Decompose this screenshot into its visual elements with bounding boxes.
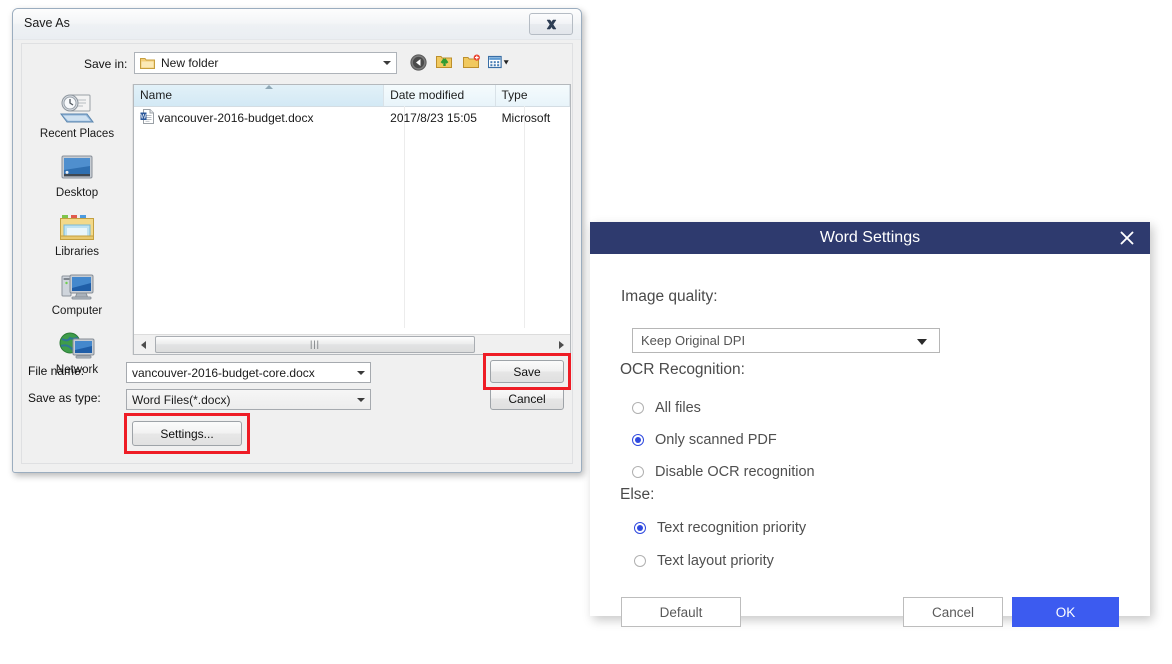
table-row[interactable]: W vancouver-2016-budget.docx 2017/8/23 1… [134, 107, 570, 129]
save-as-title: Save As [24, 16, 70, 30]
sort-ascending-icon [265, 85, 273, 89]
file-name-input[interactable]: vancouver-2016-budget-core.docx [126, 362, 371, 383]
desktop-icon [22, 149, 132, 185]
column-header-name[interactable]: Name [134, 85, 385, 106]
libraries-icon [22, 208, 132, 244]
chevron-down-icon[interactable] [352, 390, 370, 410]
save-in-value: New folder [161, 56, 219, 70]
word-settings-body: Image quality: Keep Original DPI OCR Rec… [590, 254, 1150, 627]
computer-icon [22, 267, 132, 303]
radio-label: All files [655, 400, 701, 416]
file-name-text: vancouver-2016-budget.docx [158, 111, 314, 125]
save-as-toolbar [407, 51, 510, 73]
place-label: Computer [51, 305, 103, 317]
up-one-level-icon[interactable] [434, 51, 456, 73]
recent-places-icon [22, 90, 132, 126]
place-label: Recent Places [39, 128, 115, 140]
save-in-dropdown[interactable]: New folder [134, 52, 397, 74]
scrollbar-grip: ||| [309, 339, 320, 349]
radio-option-text-layout-priority[interactable]: Text layout priority [634, 553, 774, 569]
save-as-type-label: Save as type: [28, 391, 101, 405]
horizontal-scrollbar[interactable]: ||| [134, 334, 570, 354]
scrollbar-thumb[interactable]: ||| [155, 336, 475, 353]
save-in-label: Save in: [84, 57, 128, 71]
column-divider [524, 106, 525, 328]
radio-icon [632, 402, 644, 414]
column-header-label: Type [501, 88, 528, 102]
word-settings-title: Word Settings [819, 229, 921, 246]
new-folder-icon[interactable] [461, 51, 483, 73]
radio-label: Text layout priority [657, 553, 774, 569]
radio-option-disable-ocr[interactable]: Disable OCR recognition [632, 464, 815, 480]
save-as-body: Save in: New folder Recent Places Deskto… [21, 43, 573, 464]
radio-icon-selected [632, 434, 644, 446]
save-as-type-value: Word Files(*.docx) [132, 393, 231, 407]
cancel-button[interactable]: Cancel [903, 597, 1003, 627]
image-quality-select[interactable]: Keep Original DPI [632, 328, 940, 353]
scroll-left-icon[interactable] [135, 336, 152, 353]
ocr-recognition-label: OCR Recognition: [620, 361, 745, 378]
network-icon [22, 326, 132, 362]
save-as-type-dropdown[interactable]: Word Files(*.docx) [126, 389, 371, 410]
place-libraries[interactable]: Libraries [22, 208, 132, 258]
chevron-down-icon [917, 339, 927, 345]
radio-label: Only scanned PDF [655, 432, 777, 448]
column-header-type[interactable]: Type [496, 85, 570, 106]
cancel-button[interactable]: Cancel [490, 387, 564, 410]
column-header-label: Date modified [390, 88, 465, 102]
settings-button[interactable]: Settings... [132, 421, 242, 446]
radio-label: Disable OCR recognition [655, 464, 815, 480]
place-label: Libraries [54, 246, 100, 258]
place-computer[interactable]: Computer [22, 267, 132, 317]
radio-option-only-scanned-pdf[interactable]: Only scanned PDF [632, 432, 777, 448]
ok-button[interactable]: OK [1012, 597, 1119, 627]
back-icon[interactable] [407, 51, 429, 73]
file-type-cell: Microsoft [501, 111, 551, 125]
place-recent-places[interactable]: Recent Places [22, 90, 132, 140]
view-mode-icon[interactable] [488, 51, 510, 73]
save-in-row: Save in: New folder [22, 52, 572, 78]
close-icon[interactable] [1118, 229, 1136, 247]
chevron-down-icon[interactable] [378, 53, 396, 73]
save-as-titlebar: Save As [13, 9, 581, 40]
default-button[interactable]: Default [621, 597, 741, 627]
image-quality-value: Keep Original DPI [641, 333, 746, 348]
svg-text:W: W [141, 115, 147, 121]
radio-icon-selected [634, 522, 646, 534]
radio-option-all-files[interactable]: All files [632, 400, 701, 416]
folder-icon [140, 56, 155, 75]
else-label: Else: [620, 486, 655, 503]
file-name-value: vancouver-2016-budget-core.docx [132, 366, 315, 380]
word-settings-titlebar: Word Settings [590, 222, 1150, 254]
word-document-icon: W [140, 109, 154, 127]
radio-option-text-recognition-priority[interactable]: Text recognition priority [634, 520, 806, 536]
scroll-right-icon[interactable] [552, 336, 569, 353]
file-list-header: Name Date modified Type [134, 85, 570, 107]
column-divider [404, 106, 405, 328]
place-label: Desktop [55, 187, 99, 199]
radio-icon [634, 555, 646, 567]
radio-icon [632, 466, 644, 478]
radio-label: Text recognition priority [657, 520, 807, 536]
save-as-dialog: Save As Save in: New folder Recent Place… [12, 8, 582, 473]
place-desktop[interactable]: Desktop [22, 149, 132, 199]
save-button[interactable]: Save [490, 360, 564, 383]
column-header-label: Name [140, 88, 173, 102]
file-name-cell: W vancouver-2016-budget.docx [134, 109, 384, 127]
image-quality-label: Image quality: [621, 288, 718, 305]
word-settings-dialog: Word Settings Image quality: Keep Origin… [590, 222, 1150, 627]
file-date-cell: 2017/8/23 15:05 [390, 111, 477, 125]
chevron-down-icon[interactable] [352, 363, 370, 383]
file-list: Name Date modified Type W vancouver-2016… [133, 84, 571, 355]
file-name-label: File name: [28, 364, 85, 378]
close-icon[interactable] [529, 13, 573, 35]
places-bar: Recent Places Desktop Libraries Computer… [22, 84, 133, 376]
column-header-date-modified[interactable]: Date modified [384, 85, 496, 106]
